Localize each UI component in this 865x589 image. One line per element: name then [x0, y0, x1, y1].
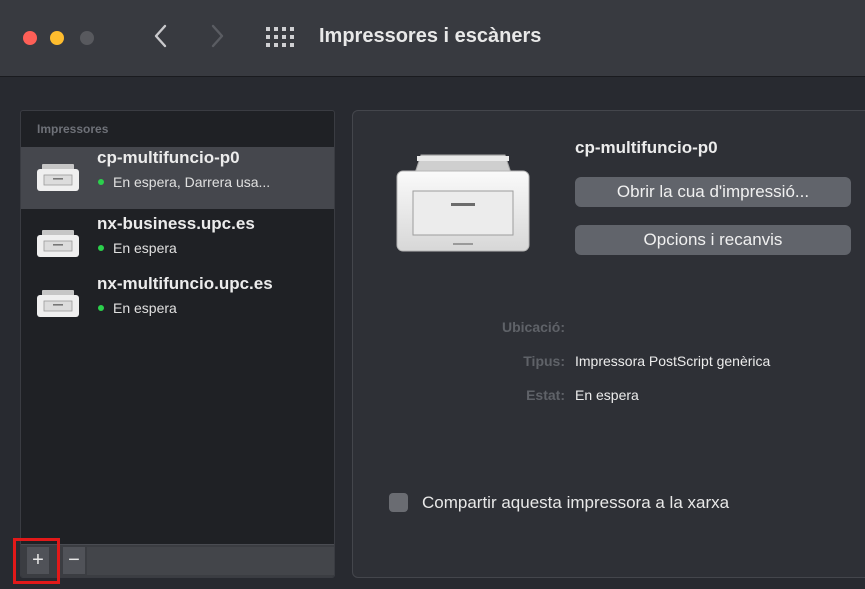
- printer-list-sidebar: Impressores cp-multifuncio-p0 En espera,…: [20, 110, 335, 578]
- printer-icon: [37, 290, 79, 317]
- type-label: Tipus:: [523, 353, 565, 369]
- printer-item-nx-business[interactable]: nx-business.upc.es En espera: [21, 213, 334, 275]
- remove-printer-button[interactable]: −: [63, 547, 85, 574]
- chevron-right-icon: [211, 24, 224, 48]
- printer-status: En espera, Darrera usa...: [98, 174, 270, 190]
- printer-name: nx-multifuncio.upc.es: [97, 274, 273, 293]
- printer-item-nx-multifuncio[interactable]: nx-multifuncio.upc.es En espera: [21, 273, 334, 335]
- minimize-window-button[interactable]: [50, 31, 64, 45]
- printer-name: nx-business.upc.es: [97, 214, 255, 233]
- open-print-queue-button[interactable]: Obrir la cua d'impressió...: [575, 177, 851, 207]
- printer-icon: [37, 230, 79, 257]
- share-printer-checkbox[interactable]: [389, 493, 408, 512]
- state-label: Estat:: [526, 387, 565, 403]
- state-row: Estat: En espera: [353, 387, 865, 407]
- state-value: En espera: [575, 387, 639, 403]
- show-all-button[interactable]: [265, 26, 295, 48]
- printer-icon: [37, 164, 79, 191]
- sidebar-heading: Impressores: [37, 122, 109, 136]
- footer-spacer: [87, 547, 334, 575]
- grid-icon: [266, 27, 294, 47]
- location-row: Ubicació:: [353, 319, 865, 339]
- share-printer-label[interactable]: Compartir aquesta impressora a la xarxa: [422, 493, 729, 513]
- printer-status-text: En espera, Darrera usa...: [113, 174, 271, 190]
- type-value: Impressora PostScript genèrica: [575, 353, 771, 369]
- window-title: Impressores i escàners: [319, 25, 542, 47]
- zoom-window-button[interactable]: [80, 31, 94, 45]
- printer-detail-panel: cp-multifuncio-p0 Obrir la cua d'impress…: [352, 110, 865, 578]
- chevron-left-icon: [154, 24, 167, 48]
- printer-status: En espera: [98, 300, 177, 316]
- printer-icon: [396, 154, 530, 252]
- status-dot-icon: [98, 245, 104, 252]
- forward-button[interactable]: [202, 16, 232, 56]
- status-dot-icon: [98, 305, 104, 312]
- options-supplies-button[interactable]: Opcions i recanvis: [575, 225, 851, 255]
- status-dot-icon: [98, 179, 104, 186]
- close-window-button[interactable]: [23, 31, 37, 45]
- add-button-highlight: [13, 538, 60, 584]
- sidebar-footer: + −: [21, 544, 334, 577]
- printer-status-text: En espera: [113, 240, 177, 256]
- title-bar: Impressores i escàners: [0, 0, 865, 77]
- type-row: Tipus: Impressora PostScript genèrica: [353, 353, 865, 373]
- printer-item-cp-multifuncio-p0[interactable]: cp-multifuncio-p0 En espera, Darrera usa…: [21, 147, 334, 209]
- printer-name: cp-multifuncio-p0: [97, 148, 240, 167]
- printer-status-text: En espera: [113, 300, 177, 316]
- location-label: Ubicació:: [501, 319, 565, 335]
- back-button[interactable]: [146, 16, 176, 56]
- printer-title: cp-multifuncio-p0: [575, 138, 718, 157]
- printer-status: En espera: [98, 240, 177, 256]
